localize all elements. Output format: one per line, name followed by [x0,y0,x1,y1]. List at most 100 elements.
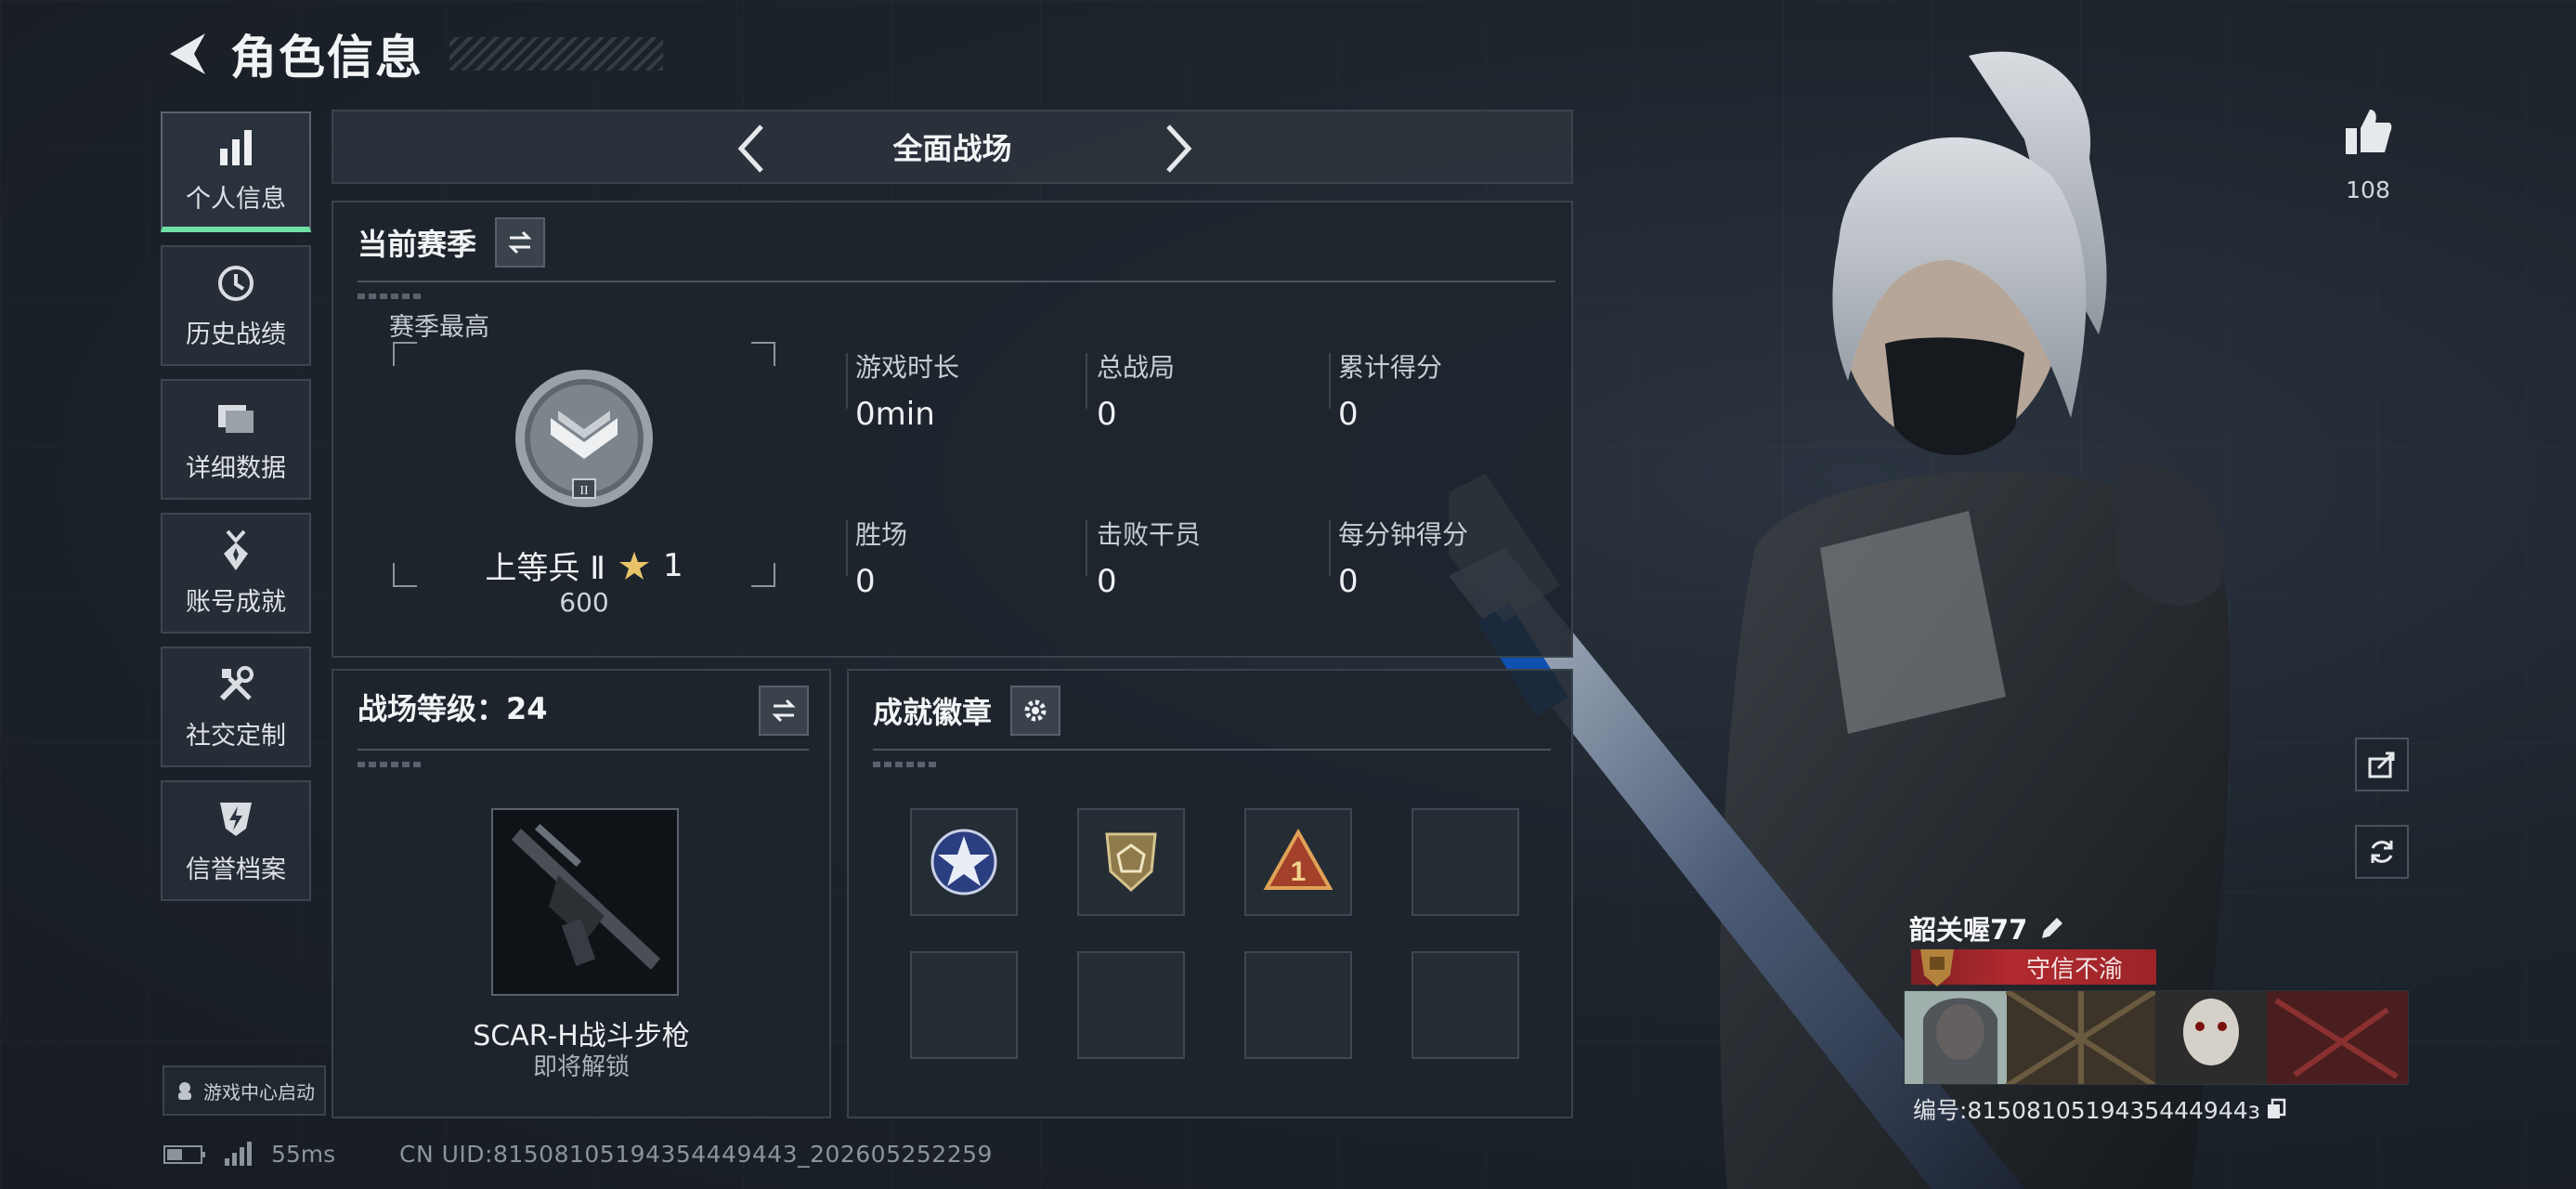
tick-decoration [873,762,938,767]
season-title: 当前赛季 [358,227,477,262]
sidebar-item-label: 详细数据 [186,453,286,483]
rank-name: 上等兵 Ⅱ 1 [393,542,775,588]
like-button[interactable] [2340,106,2396,162]
folder-data-icon [218,404,254,433]
tick-decoration [358,294,423,299]
badge-slot-5[interactable] [910,951,1018,1059]
stat-total-score: 累计得分 0 [1338,352,1443,433]
sidebar-item-social[interactable]: 社交定制 [161,647,311,767]
player-id-text: 编号:8150810519435444944з [1913,1097,2260,1124]
weapon-status: 即将解锁 [532,1053,630,1081]
game-center-icon [178,1082,191,1100]
refresh-button[interactable] [2355,825,2409,879]
season-best-label: 赛季最高 [389,313,489,342]
banner-artwork [1905,991,2408,1084]
level-panel-header: 战场等级：24 [358,686,548,728]
badge-settings-button[interactable] [1010,686,1061,736]
season-panel: 当前赛季 赛季最高 II 上等兵 Ⅱ 1 600 游戏时长 0min 总战局 0… [332,201,1573,658]
sidebar-item-detailed-data[interactable]: 详细数据 [161,379,311,500]
sidebar-item-achievements[interactable]: 账号成就 [161,513,311,634]
edit-pencil-icon[interactable] [2038,914,2066,942]
weapon-reward-slot[interactable] [491,808,679,996]
triangle-one-icon: 1 [1263,828,1334,890]
d20-shield-icon [1105,832,1157,893]
rifle-icon [512,823,660,970]
share-button[interactable] [2355,738,2409,791]
sidebar-item-credit[interactable]: 信誉档案 [161,780,311,901]
star-icon [618,551,649,580]
ping-value: 55ms [271,1141,336,1168]
player-name-text: 韶关喔77 [1909,914,2028,946]
stat-score-per-minute: 每分钟得分 0 [1338,519,1469,600]
divider [358,281,1555,282]
swap-icon [508,230,532,255]
mode-title: 全面战场 [892,131,1012,166]
stat-play-time: 游戏时长 0min [855,352,960,433]
sidebar-item-label: 历史战绩 [186,320,286,349]
screen: 角色信息 个人信息 历史战绩 详细数据 账号成就 社交定制 信誉档案 游戏中心启… [0,0,2576,1189]
stat-kills: 击败干员 0 [1097,519,1202,600]
swap-icon [772,699,796,723]
level-switch-button[interactable] [759,686,809,736]
sidebar-item-label: 个人信息 [186,184,286,214]
shield-bolt-icon [220,802,252,836]
back-button[interactable] [165,28,210,80]
svg-text:II: II [579,484,589,498]
chevron-right-icon [1166,124,1192,173]
badge-slot-4[interactable] [1412,808,1519,916]
back-arrow-icon [170,33,205,74]
sidebar: 个人信息 历史战绩 详细数据 账号成就 社交定制 信誉档案 [161,111,313,914]
chevron-left-icon [737,124,763,173]
signal-icon [225,1141,252,1166]
header: 角色信息 [165,20,663,87]
next-mode-button[interactable] [1151,121,1206,176]
share-icon [2368,751,2395,778]
tick-decoration [358,762,423,767]
stat-total-matches: 总战局 0 [1097,352,1176,433]
badge-slot-1[interactable] [910,808,1018,916]
game-center-launch-button[interactable]: 游戏中心启动 [163,1065,326,1116]
copy-icon[interactable] [2266,1098,2286,1120]
svg-text:1: 1 [1291,856,1307,887]
badge-slot-2[interactable] [1077,808,1185,916]
medal-icon [224,529,248,570]
battery-icon [163,1144,205,1164]
badge-slot-8[interactable] [1412,951,1519,1059]
bar-chart-icon [220,129,252,165]
season-panel-header: 当前赛季 [358,217,546,268]
title-emblem-icon [1920,949,1954,986]
season-switch-button[interactable] [495,217,546,268]
sidebar-item-label: 账号成就 [186,587,286,617]
player-id: 编号:8150810519435444944з [1913,1092,2286,1126]
stat-wins: 胜场 0 [855,519,908,600]
launch-label: 游戏中心启动 [203,1080,315,1104]
player-name: 韶关喔77 [1909,908,2066,947]
level-title: 战场等级：24 [358,691,548,726]
cn-uid: CN UID:81508105194354449443_202605252259 [399,1141,993,1168]
badges-title: 成就徽章 [873,695,993,730]
thumbs-up-icon [2346,110,2392,154]
rank-score: 600 [559,587,609,618]
rank-stars: 1 [662,546,683,584]
sidebar-item-label: 社交定制 [186,721,286,751]
history-clock-icon [218,265,254,301]
status-bar: 55ms [163,1141,335,1168]
rank-name-text: 上等兵 Ⅱ [485,550,605,587]
badge-slot-7[interactable] [1244,951,1352,1059]
divider [873,749,1551,751]
title-decoration [449,37,663,71]
battlefield-level-panel: 战场等级：24 SCAR-H战斗步枪 即将解锁 [332,669,831,1118]
mode-selector: 全面战场 [332,110,1573,184]
prev-mode-button[interactable] [723,121,779,176]
rank-frame: II 上等兵 Ⅱ 1 600 [393,342,775,618]
badge-slot-6[interactable] [1077,951,1185,1059]
sidebar-item-personal-info[interactable]: 个人信息 [161,111,311,232]
sidebar-item-label: 信誉档案 [186,855,286,884]
refresh-icon [2371,841,2393,863]
rank-emblem-icon: II [515,370,653,507]
player-banner[interactable] [1904,990,2409,1085]
badge-slot-3[interactable]: 1 [1244,808,1352,916]
gear-icon [1024,699,1047,722]
sidebar-item-history[interactable]: 历史战绩 [161,245,311,366]
like-count: 108 [2346,176,2390,203]
